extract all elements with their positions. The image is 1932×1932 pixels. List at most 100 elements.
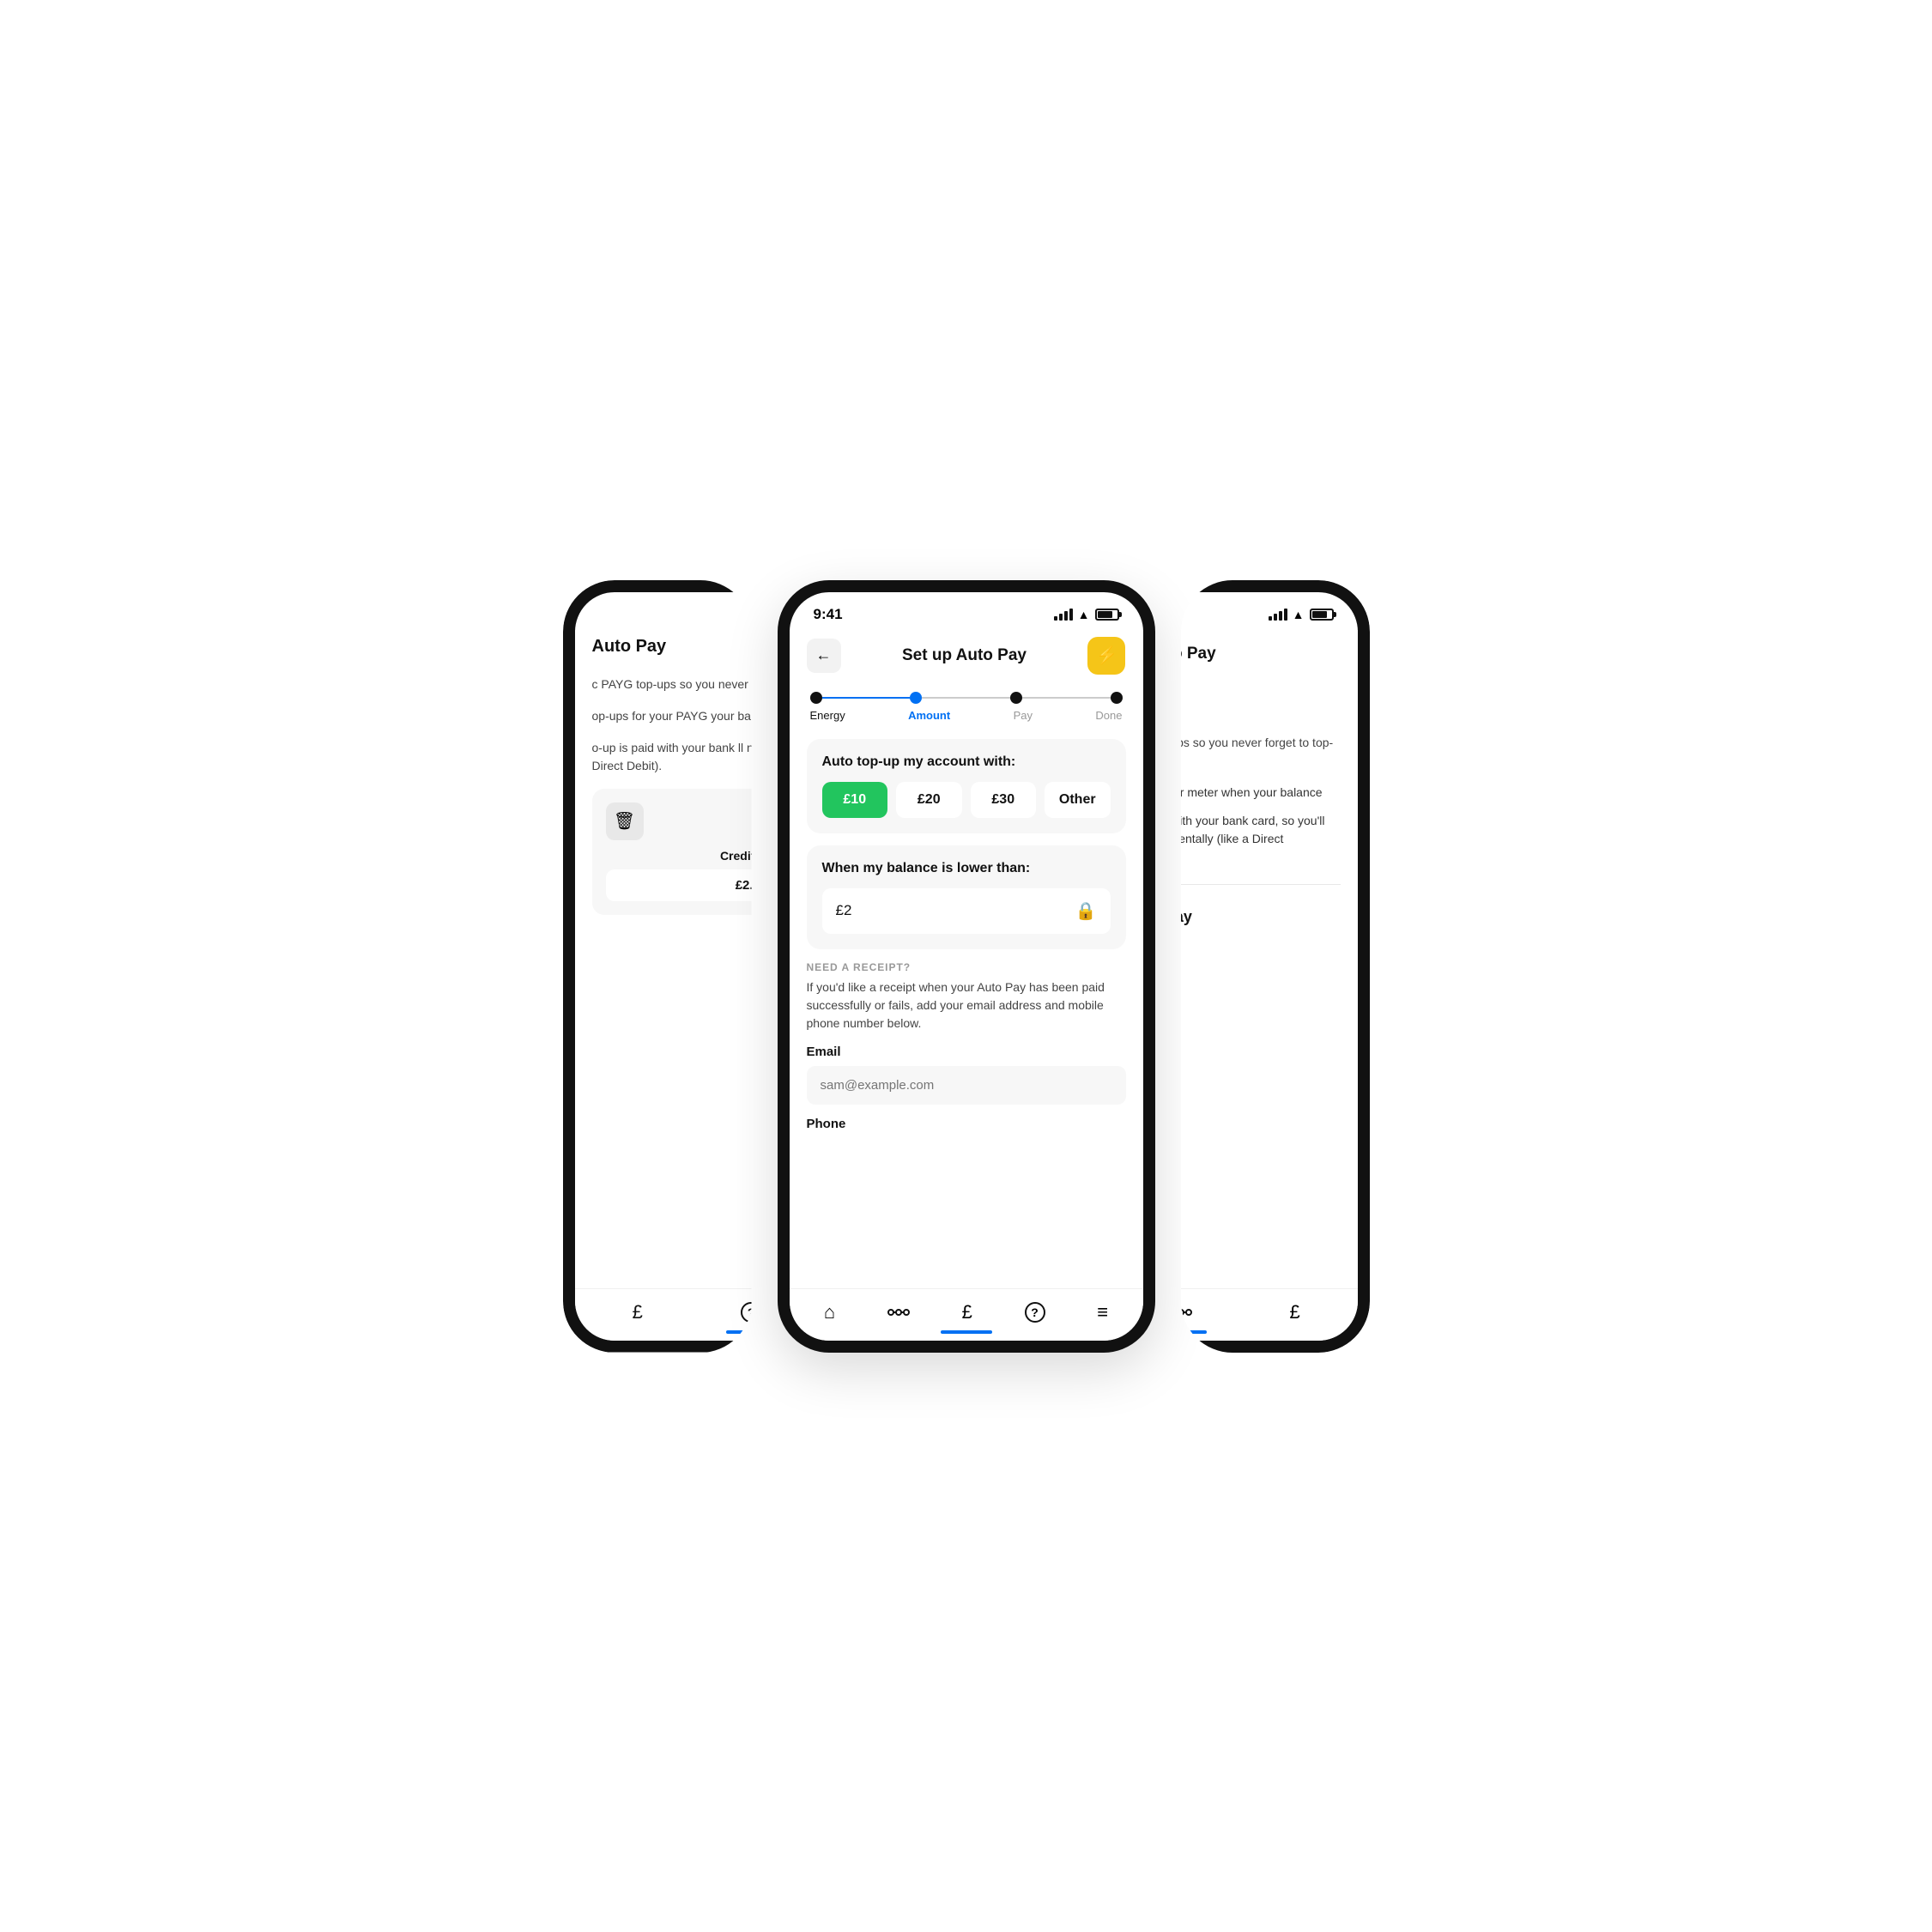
- signal-icon-right: [1269, 609, 1287, 621]
- amount-btn-10[interactable]: £10: [822, 782, 888, 818]
- balance-title: When my balance is lower than:: [822, 861, 1111, 876]
- status-bar-left: ▲: [575, 592, 752, 630]
- auto-pay-title: Auto Pay: [1181, 690, 1341, 724]
- progress-steps: Energy Amount Pay Done: [790, 681, 1143, 729]
- topup-title: Auto top-up my account with:: [822, 754, 1111, 770]
- right-nav-bar: ← Auto Pay: [1181, 630, 1358, 678]
- left-nav-bar: Auto Pay: [575, 630, 752, 663]
- auto-pay-desc: Set up automatic PAYG top-ups so you nev…: [1181, 734, 1341, 770]
- lightning-icon: ⚡: [1096, 645, 1117, 666]
- phones-container: ▲ Auto Pay c PAYG top-ups so you never w…: [563, 580, 1370, 1353]
- setup-btn-text: Set up Auto Pay: [1181, 908, 1192, 926]
- billing-icon-left: £: [633, 1301, 643, 1323]
- center-main-content: Auto top-up my account with: £10 £20 £30…: [790, 729, 1143, 1288]
- lock-icon: 🔒: [1075, 900, 1097, 922]
- center-phone: 9:41 ▲ ← Set up Auto Pay ⚡: [778, 580, 1155, 1353]
- amount-btn-20[interactable]: £20: [896, 782, 962, 818]
- left-body-text3: o-up is paid with your bank ll never go …: [592, 739, 752, 775]
- check-text-1: Set repeat top-ups for your meter when y…: [1181, 784, 1323, 802]
- left-content: c PAYG top-ups so you never when your ba…: [575, 663, 752, 1288]
- help-nav-left[interactable]: ?: [734, 1299, 751, 1326]
- step-label-done: Done: [1095, 709, 1122, 722]
- credit-limit-label: Credit limit: [606, 849, 752, 863]
- amount-btn-30[interactable]: £30: [971, 782, 1037, 818]
- credit-limit-value: £2.00: [606, 869, 752, 901]
- get-started-label: GET STARTED: [1181, 865, 1341, 875]
- status-bar-center: 9:41 ▲: [790, 592, 1143, 630]
- battery-icon-right: [1310, 609, 1334, 621]
- email-label: Email: [807, 1045, 1126, 1059]
- left-body-text2: op-ups for your PAYG your balance reache…: [592, 707, 752, 725]
- menu-icon-center: ≡: [1097, 1301, 1108, 1323]
- home-icon-center: ⌂: [824, 1301, 835, 1323]
- usage-icon-right: [1181, 1305, 1193, 1320]
- step-dot-amount: [910, 692, 922, 704]
- help-icon-left: ?: [741, 1302, 751, 1323]
- check-item-1: ✓ Set repeat top-ups for your meter when…: [1181, 784, 1341, 802]
- balance-value: £2: [836, 902, 852, 919]
- signal-icon-center: [1054, 609, 1073, 621]
- home-nav-center[interactable]: ⌂: [817, 1298, 842, 1327]
- left-bottom-nav: £ ? ≡: [575, 1288, 752, 1341]
- receipt-section: NEED A RECEIPT? If you'd like a receipt …: [807, 961, 1126, 1131]
- get-started-divider: [1181, 884, 1341, 885]
- step-label-pay: Pay: [1014, 709, 1033, 722]
- left-screen: Auto Pay c PAYG top-ups so you never whe…: [575, 630, 752, 1341]
- battery-icon-center: [1095, 609, 1119, 621]
- center-time: 9:41: [814, 606, 843, 623]
- wifi-icon-center: ▲: [1078, 608, 1090, 621]
- center-nav-bar: ← Set up Auto Pay ⚡: [790, 630, 1143, 681]
- left-header-title: Auto Pay: [592, 637, 667, 657]
- usage-nav-right[interactable]: [1181, 1301, 1200, 1323]
- status-icons-center: ▲: [1054, 608, 1119, 621]
- billing-icon-right: £: [1290, 1301, 1300, 1323]
- topup-card: Auto top-up my account with: £10 £20 £30…: [807, 739, 1126, 833]
- menu-nav-center[interactable]: ≡: [1090, 1298, 1115, 1327]
- usage-icon-center: [887, 1305, 910, 1320]
- left-phone-container: ▲ Auto Pay c PAYG top-ups so you never w…: [563, 580, 752, 1353]
- status-bar-right: 9:41 ▲: [1181, 592, 1358, 630]
- step-dot-done: [1111, 692, 1123, 704]
- credit-limit-card: 🗑 Credit limit £2.00: [592, 789, 752, 915]
- step-label-energy: Energy: [810, 709, 845, 722]
- phone-form-group: Phone: [807, 1117, 1126, 1131]
- step-line-3: [1022, 697, 1111, 699]
- right-phone-container: 9:41 ▲ ← A: [1181, 580, 1370, 1353]
- steps-track: [810, 692, 1123, 704]
- setup-auto-pay-button[interactable]: ∞ Set up Auto Pay: [1181, 897, 1341, 938]
- billing-nav-left[interactable]: £: [626, 1298, 650, 1327]
- help-nav-center[interactable]: ?: [1018, 1299, 1052, 1326]
- delete-icon-box[interactable]: 🗑: [606, 802, 644, 840]
- right-bottom-nav: ⌂ £: [1181, 1288, 1358, 1341]
- right-screen: ← Auto Pay Auto Pay Set up automatic PAY…: [1181, 630, 1358, 1341]
- center-nav-title: Set up Auto Pay: [902, 646, 1027, 665]
- help-icon-center: ?: [1025, 1302, 1045, 1323]
- step-dot-energy: [810, 692, 822, 704]
- status-icons-right: ▲: [1269, 608, 1334, 621]
- back-button-center[interactable]: ←: [807, 639, 841, 673]
- usage-nav-center[interactable]: [881, 1301, 917, 1323]
- billing-icon-center: £: [962, 1301, 972, 1323]
- right-content: Auto Pay Set up automatic PAYG top-ups s…: [1181, 678, 1358, 1288]
- step-line-1: [822, 697, 911, 699]
- billing-nav-center[interactable]: £: [955, 1298, 979, 1327]
- lightning-button[interactable]: ⚡: [1087, 637, 1125, 675]
- left-phone: ▲ Auto Pay c PAYG top-ups so you never w…: [563, 580, 752, 1353]
- left-body-text1: c PAYG top-ups so you never when your ba…: [592, 675, 752, 693]
- email-form-group: Email: [807, 1045, 1126, 1105]
- balance-input-row: £2 🔒: [822, 888, 1111, 934]
- receipt-label: NEED A RECEIPT?: [807, 961, 1126, 973]
- step-labels: Energy Amount Pay Done: [810, 709, 1123, 722]
- step-line-2: [922, 697, 1010, 699]
- billing-nav-right[interactable]: £: [1283, 1298, 1307, 1327]
- wifi-icon-right: ▲: [1293, 608, 1305, 621]
- step-label-amount: Amount: [908, 709, 950, 722]
- amount-btn-other[interactable]: Other: [1045, 782, 1111, 818]
- check-item-2: ✓ Your auto top-up is paid with your ban…: [1181, 812, 1341, 848]
- receipt-desc: If you'd like a receipt when your Auto P…: [807, 978, 1126, 1033]
- delete-icon: 🗑: [614, 810, 635, 832]
- email-input[interactable]: [807, 1066, 1126, 1105]
- right-phone: 9:41 ▲ ← A: [1181, 580, 1370, 1353]
- check-text-2: Your auto top-up is paid with your bank …: [1181, 812, 1341, 848]
- balance-card: When my balance is lower than: £2 🔒: [807, 845, 1126, 949]
